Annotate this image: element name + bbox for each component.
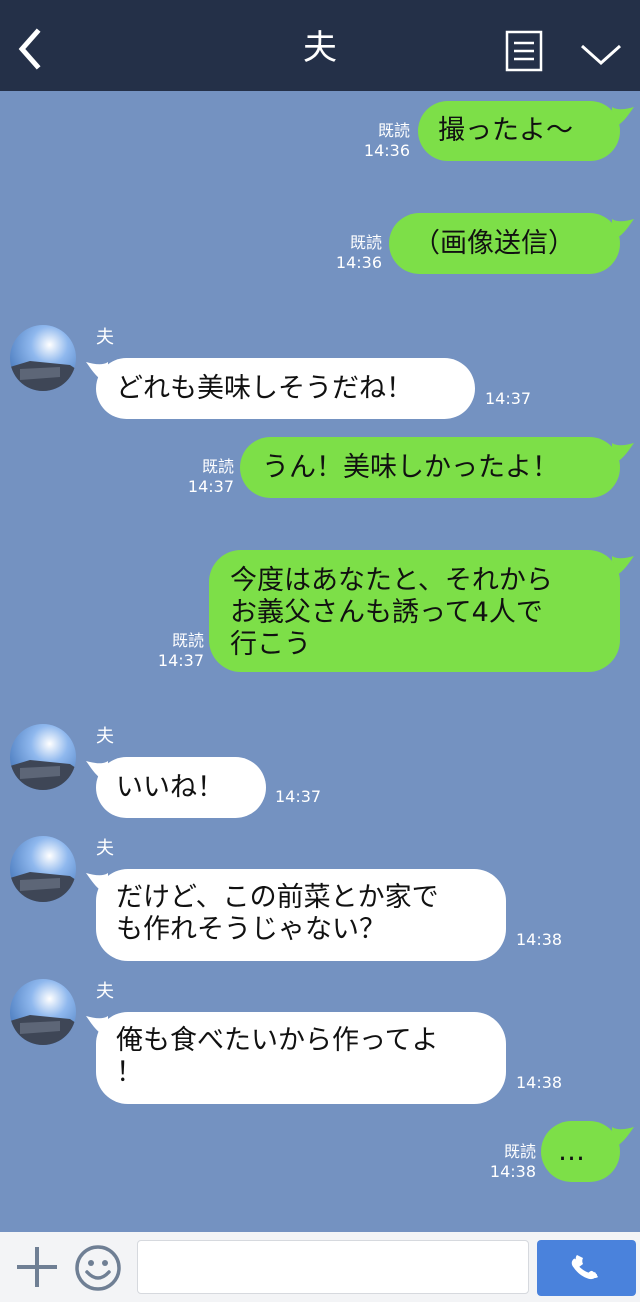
message-time: 14:37: [157, 651, 204, 670]
read-label: 既読: [377, 121, 410, 140]
chevron-left-icon: [18, 28, 41, 70]
message-text[interactable]: （画像送信）: [389, 213, 620, 274]
read-label: 既読: [201, 457, 234, 476]
read-label: 既読: [503, 1142, 536, 1161]
message-text[interactable]: どれも美味しそうだね！: [96, 358, 475, 419]
note-icon: [505, 30, 543, 72]
read-status: 既読 14:37: [160, 457, 234, 497]
read-status: 既読 14:36: [310, 233, 382, 273]
message-incoming: だけど、この前菜とか家で も作れそうじゃない？: [86, 869, 506, 961]
message-outgoing: 今度はあなたと、それから お義父さんも誘って4人で 行こう: [209, 550, 634, 672]
message-time: 14:37: [275, 787, 322, 806]
avatar[interactable]: [10, 325, 76, 391]
message-outgoing: 撮ったよ〜: [418, 101, 634, 161]
message-incoming: どれも美味しそうだね！: [86, 358, 475, 419]
message-outgoing: （画像送信）: [389, 213, 634, 274]
message-incoming: いいね！: [86, 757, 266, 818]
note-button[interactable]: [505, 30, 543, 72]
chat-header: 夫: [0, 0, 640, 91]
message-time: 14:37: [187, 477, 234, 496]
avatar-image: [10, 836, 76, 902]
message-time: 14:37: [485, 389, 532, 408]
call-button[interactable]: [537, 1240, 636, 1296]
message-text[interactable]: …: [541, 1121, 620, 1182]
chevron-down-icon: [580, 44, 622, 66]
avatar[interactable]: [10, 836, 76, 902]
phone-icon: [571, 1255, 598, 1280]
message-text[interactable]: 俺も食べたいから作ってよ ！: [96, 1012, 506, 1104]
avatar-image: [10, 325, 76, 391]
message-text[interactable]: いいね！: [96, 757, 266, 818]
message-text[interactable]: 今度はあなたと、それから お義父さんも誘って4人で 行こう: [209, 550, 620, 672]
sender-name: 夫: [96, 838, 114, 859]
message-text[interactable]: 撮ったよ〜: [418, 101, 620, 161]
message-text[interactable]: だけど、この前菜とか家で も作れそうじゃない？: [96, 869, 506, 961]
avatar[interactable]: [10, 724, 76, 790]
message-time: 14:38: [516, 930, 563, 949]
sender-name: 夫: [96, 726, 114, 747]
message-composer: [0, 1232, 640, 1302]
add-button[interactable]: [14, 1244, 60, 1290]
read-status: 既読 14:36: [340, 121, 410, 161]
sender-name: 夫: [96, 327, 114, 348]
sender-name: 夫: [96, 981, 114, 1002]
message-outgoing: うん！美味しかったよ！: [240, 437, 634, 498]
smiley-icon: [75, 1245, 121, 1291]
message-time: 14:38: [516, 1073, 563, 1092]
emoji-button[interactable]: [74, 1244, 122, 1292]
avatar[interactable]: [10, 979, 76, 1045]
read-label: 既読: [349, 233, 382, 252]
read-status: 既読 14:38: [460, 1142, 536, 1182]
message-outgoing: …: [541, 1121, 634, 1182]
back-button[interactable]: [10, 22, 50, 72]
avatar-image: [10, 979, 76, 1045]
message-incoming: 俺も食べたいから作ってよ ！: [86, 1012, 506, 1104]
message-input[interactable]: [137, 1240, 529, 1294]
message-text[interactable]: うん！美味しかったよ！: [240, 437, 620, 498]
message-time: 14:36: [335, 253, 382, 272]
message-time: 14:38: [489, 1162, 536, 1181]
message-time: 14:36: [363, 141, 410, 160]
plus-icon: [17, 1247, 57, 1287]
read-label: 既読: [171, 631, 204, 650]
avatar-image: [10, 724, 76, 790]
collapse-button[interactable]: [578, 36, 624, 72]
chat-title: 夫: [303, 28, 337, 68]
read-status: 既読 14:37: [128, 631, 204, 671]
